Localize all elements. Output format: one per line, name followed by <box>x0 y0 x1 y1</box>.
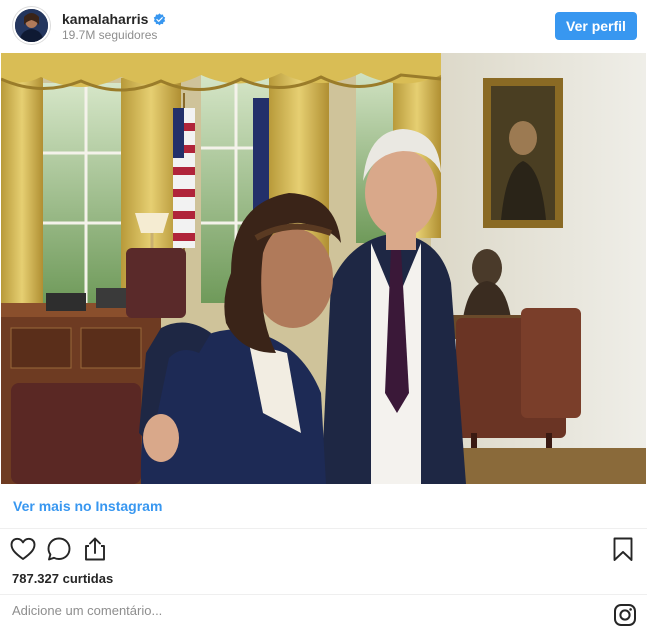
view-profile-button[interactable]: Ver perfil <box>555 12 637 40</box>
comment-icon[interactable] <box>45 535 73 563</box>
view-more-on-instagram-link[interactable]: Ver mais no Instagram <box>13 498 162 514</box>
avatar[interactable] <box>13 7 50 44</box>
instagram-embed: kamalaharris 19.7M seguidores Ver perfil <box>0 0 647 635</box>
post-header: kamalaharris 19.7M seguidores Ver perfil <box>0 0 647 53</box>
share-icon[interactable] <box>81 535 109 563</box>
heart-icon[interactable] <box>9 535 37 563</box>
divider <box>0 528 647 529</box>
bookmark-icon[interactable] <box>609 535 637 563</box>
add-comment-field[interactable]: Adicione um comentário... <box>12 603 162 618</box>
username-row: kamalaharris <box>62 10 166 28</box>
post-photo[interactable] <box>1 53 646 484</box>
instagram-icon[interactable] <box>613 603 637 627</box>
verified-badge-icon <box>154 12 166 25</box>
like-count: 787.327 curtidas <box>12 571 114 586</box>
divider <box>0 594 647 595</box>
follower-count: 19.7M seguidores <box>62 28 158 42</box>
username[interactable]: kamalaharris <box>62 11 148 27</box>
